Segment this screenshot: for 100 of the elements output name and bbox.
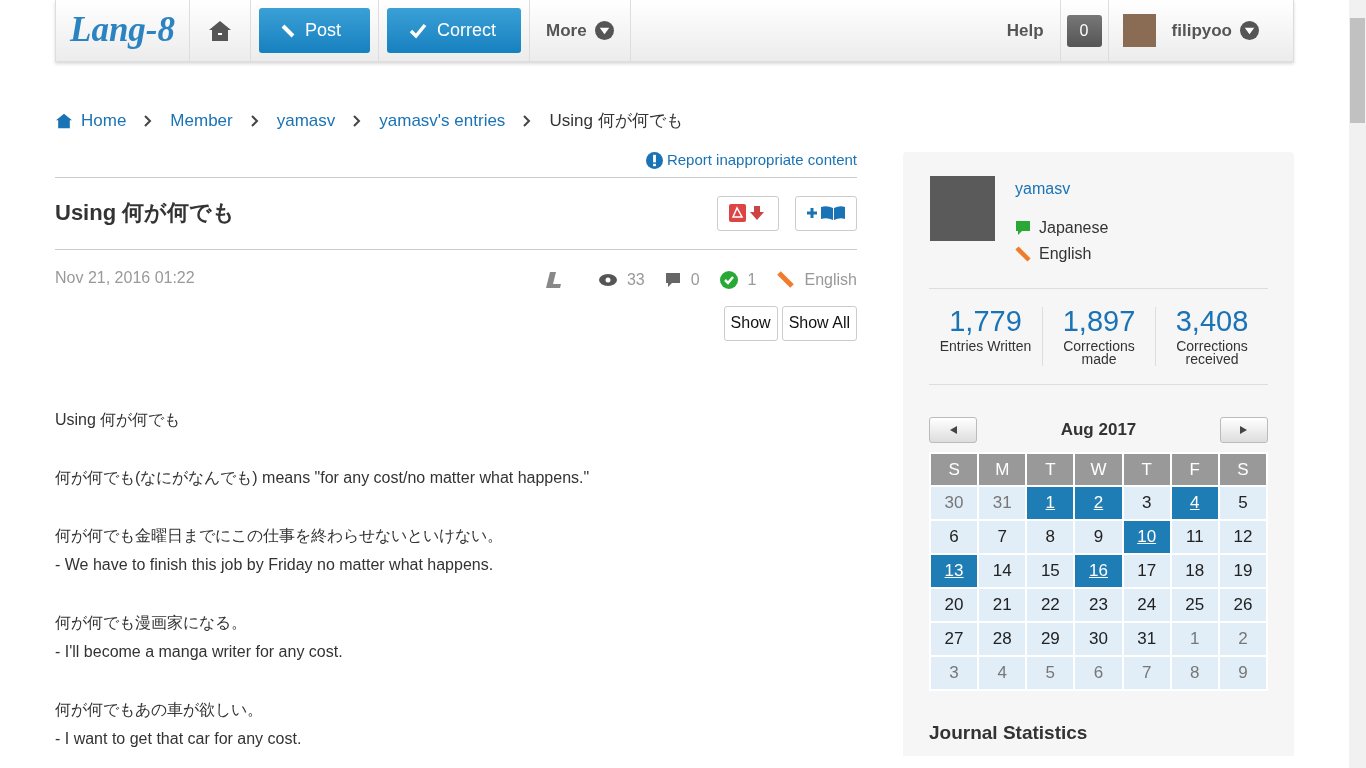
calendar-day: 4: [979, 656, 1026, 689]
show-button[interactable]: Show: [723, 305, 778, 341]
calendar-day: 30: [1075, 622, 1122, 655]
avatar-placeholder[interactable]: [1122, 14, 1156, 47]
calendar-day: 12: [1219, 520, 1266, 553]
caret-icon: [1240, 21, 1259, 40]
calendar-day: 1: [1171, 622, 1218, 655]
user-menu[interactable]: filipyoo: [1171, 17, 1259, 44]
add-book-icon: [806, 204, 846, 222]
entry-text: - I want to get that car for any cost.: [55, 728, 303, 749]
entry-text: Using 何が何でも: [55, 409, 182, 430]
calendar-day: 22: [1027, 588, 1074, 621]
previous-month-button[interactable]: [929, 416, 977, 443]
add-bookmark-button[interactable]: [795, 195, 857, 231]
more-menu[interactable]: More: [546, 17, 614, 44]
calendar-day: 25: [1171, 588, 1218, 621]
calendar-day: 6: [931, 520, 978, 553]
calendar-day: 3: [931, 656, 978, 689]
calendar-day-link[interactable]: 16: [1075, 554, 1122, 587]
report-link[interactable]: Report inappropriate content: [666, 151, 857, 172]
calendar-day: 23: [1075, 588, 1122, 621]
breadcrumb-link[interactable]: yamasv's entries: [379, 108, 506, 134]
weekday-header: W: [1075, 453, 1122, 485]
entry-language: English: [804, 269, 857, 290]
notification-count[interactable]: 0: [1066, 14, 1102, 47]
stat-number: 1,897: [1061, 306, 1137, 336]
calendar-month: Aug 2017: [1060, 418, 1137, 441]
home-icon: [55, 112, 73, 129]
calendar-day: 31: [1123, 622, 1170, 655]
calendar-day: 31: [979, 486, 1026, 519]
checkmark-icon: [409, 22, 427, 39]
calendar-day: 28: [979, 622, 1026, 655]
check-circle-icon: [719, 270, 738, 289]
calendar-day: 29: [1027, 622, 1074, 655]
speech-bubble-icon: [1015, 219, 1031, 236]
correct-button[interactable]: Correct: [387, 8, 521, 53]
calendar-day: 19: [1219, 554, 1266, 587]
calendar-day-link[interactable]: 13: [931, 554, 978, 587]
right-triangle-icon: [1239, 424, 1249, 435]
calendar-day: 2: [1219, 622, 1266, 655]
left-triangle-icon: [948, 424, 958, 435]
learning-language: English: [1039, 243, 1092, 264]
profile-username[interactable]: yamasv: [1015, 176, 1109, 201]
calendar-day-link[interactable]: 10: [1123, 520, 1170, 553]
calendar-day-link[interactable]: 2: [1075, 486, 1122, 519]
weekday-header: T: [1027, 453, 1074, 485]
calendar-day: 20: [931, 588, 978, 621]
pencil-icon: [776, 270, 795, 289]
entry-text: - I'll become a manga writer for any cost.: [55, 641, 344, 662]
calendar-day: 7: [979, 520, 1026, 553]
calendar-day: 5: [1219, 486, 1266, 519]
weekday-header: T: [1123, 453, 1170, 485]
comment-count: 0: [690, 269, 700, 290]
calendar-day: 30: [931, 486, 978, 519]
calendar-day: 14: [979, 554, 1026, 587]
breadcrumb-link[interactable]: Home: [55, 108, 127, 134]
stat-number: 1,779: [948, 306, 1023, 336]
calendar-day: 5: [1027, 656, 1074, 689]
breadcrumb-link[interactable]: Member: [170, 108, 233, 134]
entry-text: - We have to finish this job by Friday no matter what happens.: [55, 554, 495, 575]
help-link[interactable]: Help: [1006, 17, 1044, 44]
weekday-header: F: [1171, 453, 1218, 485]
chevron-icon: [144, 114, 153, 127]
pencil-icon: [1015, 245, 1031, 262]
calendar-day: 3: [1123, 486, 1170, 519]
section-heading: Journal Statistics: [929, 721, 1089, 745]
calendar-day-link[interactable]: 1: [1027, 486, 1074, 519]
show-all-button[interactable]: Show All: [781, 305, 857, 341]
site-logo[interactable]: Lang-8: [56, 0, 190, 61]
calendar-day: 8: [1027, 520, 1074, 553]
scrollbar[interactable]: [1349, 0, 1366, 768]
lang8-letter-icon: [544, 270, 563, 289]
weekday-header: M: [979, 453, 1026, 485]
entry-text: 何が何でもあの車が欲しい。: [55, 699, 264, 720]
calendar-day-link[interactable]: 4: [1171, 486, 1218, 519]
chevron-icon: [353, 114, 362, 127]
view-count: 33: [626, 269, 645, 290]
chevron-icon: [523, 114, 532, 127]
calendar-day: 18: [1171, 554, 1218, 587]
entry-title: Using 何が何でも: [55, 199, 236, 227]
comment-icon: [664, 271, 681, 288]
calendar-day: 27: [931, 622, 978, 655]
breadcrumb-current: Using 何が何でも: [549, 110, 683, 132]
warning-icon: [645, 152, 663, 169]
calendar-day: 26: [1219, 588, 1266, 621]
next-month-button[interactable]: [1220, 416, 1268, 443]
calendar-day: 6: [1075, 656, 1122, 689]
chevron-icon: [250, 114, 259, 127]
home-icon[interactable]: [208, 19, 232, 42]
post-button[interactable]: Post: [259, 8, 370, 53]
stat-label: Corrections made: [1062, 339, 1136, 366]
calendar-day: 8: [1171, 656, 1218, 689]
calendar-day: 24: [1123, 588, 1170, 621]
stat-label: Entries Written: [938, 339, 1033, 353]
calendar-day: 15: [1027, 554, 1074, 587]
pdf-download-button[interactable]: [717, 195, 779, 231]
calendar-day: 9: [1075, 520, 1122, 553]
breadcrumb-link[interactable]: yamasv: [276, 108, 336, 134]
eye-icon: [598, 273, 617, 286]
entry-text: 何が何でも金曜日までにこの仕事を終わらせないといけない。: [55, 525, 504, 546]
